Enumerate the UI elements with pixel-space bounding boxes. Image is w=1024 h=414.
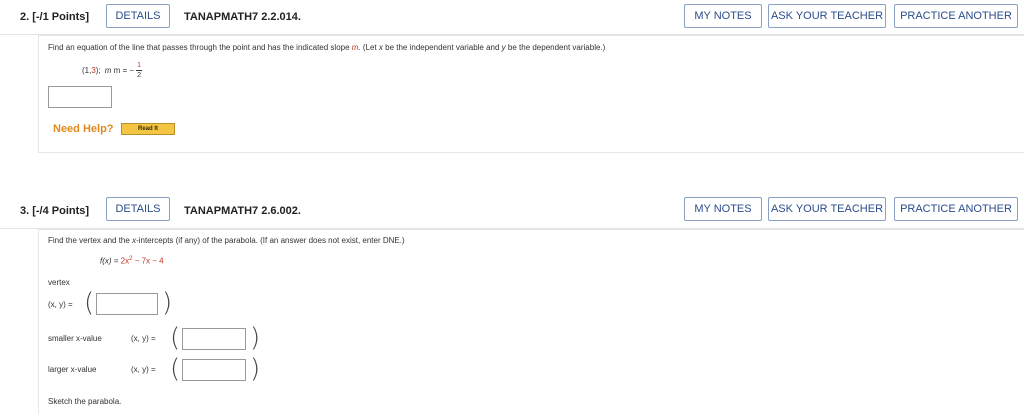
sketch-instruction: Sketch the parabola. (48, 397, 122, 406)
equation-answer-input[interactable] (48, 86, 112, 108)
details-button[interactable]: DETAILS (106, 4, 170, 28)
given-point-slope: (1, 3); m m = − 12 (82, 62, 143, 79)
my-notes-button[interactable]: MY NOTES (684, 197, 762, 221)
close-paren: ) (162, 288, 173, 318)
larger-x-label: larger x-value (48, 365, 97, 374)
question-code: TANAPMATH7 2.6.002. (184, 205, 301, 217)
function-definition: f(x) = 2x2 − 7x − 4 (100, 256, 164, 266)
smaller-xy-label: (x, y) = (131, 334, 156, 343)
close-paren: ) (250, 323, 261, 353)
question-2-body (38, 35, 1024, 153)
open-paren: ( (84, 288, 95, 318)
question-number: 2. [-/1 Points] (20, 11, 90, 23)
open-paren: ( (170, 323, 181, 353)
ask-your-teacher-button[interactable]: ASK YOUR TEACHER (768, 4, 886, 28)
practice-another-button[interactable]: PRACTICE ANOTHER (894, 4, 1018, 28)
vertex-xy-label: (x, y) = (48, 300, 73, 309)
slope-fraction: 12 (136, 62, 143, 79)
ask-your-teacher-button[interactable]: ASK YOUR TEACHER (768, 197, 886, 221)
open-paren: ( (170, 354, 181, 384)
question-prompt: Find the vertex and the x-intercepts (if… (48, 236, 405, 245)
read-it-button[interactable]: Read It (121, 123, 175, 135)
larger-x-input[interactable] (182, 359, 246, 381)
smaller-x-input[interactable] (182, 328, 246, 350)
close-paren: ) (250, 354, 261, 384)
details-button[interactable]: DETAILS (106, 197, 170, 221)
question-code: TANAPMATH7 2.2.014. (184, 11, 301, 23)
question-number: 3. [-/4 Points] (20, 205, 90, 217)
my-notes-button[interactable]: MY NOTES (684, 4, 762, 28)
question-3-body (38, 229, 1024, 414)
need-help-label: Need Help? (53, 123, 114, 135)
question-3-header: 3. [-/4 Points] DETAILS TANAPMATH7 2.6.0… (0, 194, 1024, 230)
vertex-label: vertex (48, 278, 70, 287)
vertex-input[interactable] (96, 293, 158, 315)
smaller-x-label: smaller x-value (48, 334, 102, 343)
question-2-header: 2. [-/1 Points] DETAILS TANAPMATH7 2.2.0… (0, 0, 1024, 36)
practice-another-button[interactable]: PRACTICE ANOTHER (894, 197, 1018, 221)
larger-xy-label: (x, y) = (131, 365, 156, 374)
question-prompt: Find an equation of the line that passes… (48, 43, 606, 52)
